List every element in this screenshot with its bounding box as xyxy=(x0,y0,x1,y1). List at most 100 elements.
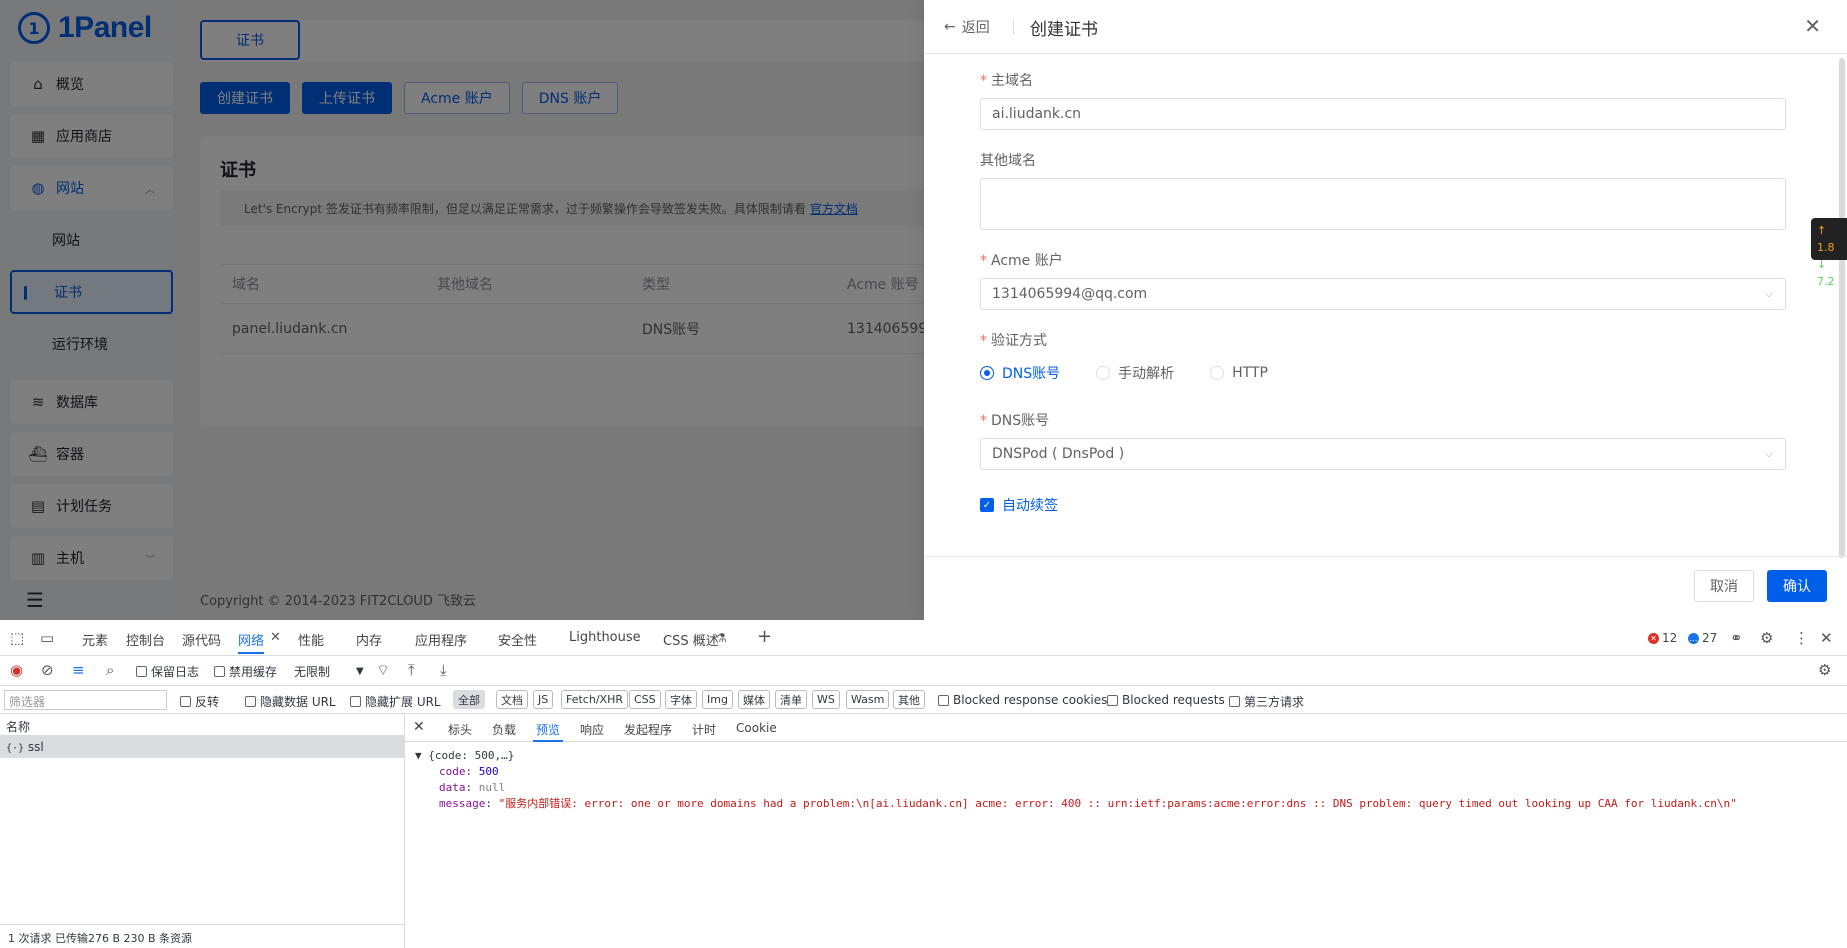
json-preview: ▼ {code: 500,…} code: 500 data: null mes… xyxy=(415,748,1737,812)
tab-console[interactable]: 控制台 xyxy=(126,630,165,649)
blocked-requests-checkbox[interactable]: Blocked requests xyxy=(1107,693,1225,707)
chip-other[interactable]: 其他 xyxy=(893,690,925,709)
checkbox-box xyxy=(938,694,949,706)
more-options-icon[interactable]: ⋮ xyxy=(1794,629,1809,647)
tab-initiator[interactable]: 发起程序 xyxy=(624,721,672,738)
close-icon[interactable]: ✕ xyxy=(1804,14,1821,38)
tab-memory[interactable]: 内存 xyxy=(356,630,382,649)
checkbox-label: Blocked requests xyxy=(1122,693,1225,707)
tab-elements[interactable]: 元素 xyxy=(82,630,108,649)
add-tab-icon[interactable]: + xyxy=(757,626,772,647)
radio-dns-account[interactable]: DNS账号 xyxy=(980,363,1060,383)
clear-icon[interactable]: ⊘ xyxy=(41,661,54,679)
search-icon[interactable]: ⌕ xyxy=(106,661,114,679)
error-icon: ✕ xyxy=(1648,632,1659,644)
other-domains-textarea[interactable] xyxy=(980,178,1786,230)
checkbox-label: 禁用缓存 xyxy=(229,665,278,679)
chevron-down-icon: ⌵ xyxy=(1764,447,1773,460)
third-party-checkbox[interactable]: 第三方请求 xyxy=(1229,693,1304,710)
chip-font[interactable]: 字体 xyxy=(665,690,697,709)
hide-data-url-checkbox[interactable]: 隐藏数据 URL xyxy=(245,693,336,710)
download-har-icon[interactable]: ⤓ xyxy=(440,661,447,679)
checkbox-label: 反转 xyxy=(195,695,220,709)
chip-media[interactable]: 媒体 xyxy=(738,690,770,709)
preserve-log-checkbox[interactable]: 保留日志 xyxy=(136,663,199,680)
confirm-button[interactable]: 确认 xyxy=(1767,570,1827,602)
record-stop-icon[interactable]: ◉ xyxy=(10,661,23,679)
json-root[interactable]: ▼ {code: 500,…} xyxy=(415,748,1737,764)
drawer-overlay[interactable] xyxy=(0,0,924,620)
checkbox-box xyxy=(180,696,191,707)
back-button[interactable]: ← 返回 xyxy=(944,17,990,37)
chip-wasm[interactable]: Wasm xyxy=(846,690,890,709)
settings-gear-icon[interactable]: ⚙ xyxy=(1760,629,1773,647)
tab-cookies[interactable]: Cookie xyxy=(736,721,777,735)
json-line-message: message: "服务内部错误: error: one or more dom… xyxy=(439,797,1737,810)
chip-js[interactable]: JS xyxy=(533,690,554,709)
network-conditions-icon[interactable]: ⌔ xyxy=(376,661,390,680)
tab-sources[interactable]: 源代码 xyxy=(182,630,221,649)
radio-http[interactable]: HTTP xyxy=(1210,365,1268,381)
upload-har-icon[interactable]: ⤒ xyxy=(408,661,415,679)
hide-extension-url-checkbox[interactable]: 隐藏扩展 URL xyxy=(350,693,441,710)
filter-icon[interactable]: ≡ xyxy=(72,661,85,679)
checkbox-box xyxy=(1107,694,1118,706)
inspect-element-icon[interactable]: ⬚ xyxy=(10,629,24,647)
filter-input[interactable]: 筛选器 xyxy=(4,690,167,710)
request-row[interactable]: {·} ssl xyxy=(0,736,405,758)
dns-account-select[interactable]: DNSPod ( DnsPod ) ⌵ xyxy=(980,438,1786,470)
radio-manual[interactable]: 手动解析 xyxy=(1096,363,1174,383)
chip-img[interactable]: Img xyxy=(702,690,733,709)
checkbox-label: 隐藏扩展 URL xyxy=(365,695,441,709)
disable-cache-checkbox[interactable]: 禁用缓存 xyxy=(214,663,277,680)
checkbox-box xyxy=(245,696,256,707)
chip-ws[interactable]: WS xyxy=(812,690,840,709)
request-name: ssl xyxy=(27,740,44,754)
close-details-icon[interactable]: ✕ xyxy=(413,719,425,735)
checkbox-box xyxy=(1229,696,1240,707)
chip-css[interactable]: CSS xyxy=(629,690,661,709)
tab-application[interactable]: 应用程序 xyxy=(415,630,467,649)
tab-preview[interactable]: 预览 xyxy=(532,721,564,742)
throttle-select[interactable]: 无限制 ▼ xyxy=(294,663,364,680)
close-devtools-icon[interactable]: ✕ xyxy=(1820,629,1833,647)
chip-fetch-xhr[interactable]: Fetch/XHR xyxy=(561,690,628,709)
tab-network[interactable]: 网络 xyxy=(238,630,265,654)
error-count-badge[interactable]: ✕ 12 xyxy=(1648,631,1677,645)
expand-triangle-icon: ▼ xyxy=(415,749,429,762)
cancel-button[interactable]: 取消 xyxy=(1694,570,1754,602)
tab-security[interactable]: 安全性 xyxy=(498,630,537,649)
tab-response[interactable]: 响应 xyxy=(580,721,604,738)
network-speed-widget[interactable]: ↑ 1.8 ↓ 7.2 xyxy=(1811,218,1847,288)
primary-domain-label: * 主域名 xyxy=(980,70,1033,90)
acme-account-value: 1314065994@qq.com xyxy=(992,286,1148,302)
primary-domain-input[interactable]: ai.liudank.cn xyxy=(980,98,1786,130)
chip-doc[interactable]: 文档 xyxy=(496,690,528,709)
auto-renew-checkbox[interactable]: ✓ 自动续签 xyxy=(980,495,1058,515)
tab-performance[interactable]: 性能 xyxy=(298,630,324,649)
chip-manifest[interactable]: 清单 xyxy=(775,690,807,709)
tab-payload[interactable]: 负载 xyxy=(492,721,516,738)
column-name[interactable]: 名称 xyxy=(0,714,405,736)
acme-account-label: * Acme 账户 xyxy=(980,250,1063,270)
drawer-scrollbar[interactable] xyxy=(1839,58,1845,558)
device-toolbar-icon[interactable]: ▭ xyxy=(40,629,54,647)
tab-headers[interactable]: 标头 xyxy=(448,721,472,738)
network-settings-icon[interactable]: ⚙ xyxy=(1818,661,1831,679)
tab-timing[interactable]: 计时 xyxy=(692,721,716,738)
tab-lighthouse[interactable]: Lighthouse xyxy=(569,630,641,645)
request-list: 名称 {·} ssl 1 次请求 已传输276 B 230 B 条资源 xyxy=(0,714,405,948)
json-line-code: code: 500 xyxy=(439,765,499,778)
checkbox-label: 保留日志 xyxy=(151,665,200,679)
radio-dot xyxy=(980,366,994,380)
label-text: 主域名 xyxy=(991,73,1033,89)
dns-account-label: * DNS账号 xyxy=(980,410,1049,430)
invert-checkbox[interactable]: 反转 xyxy=(180,693,219,710)
chip-all[interactable]: 全部 xyxy=(453,690,485,709)
customize-icon[interactable]: ⚭ xyxy=(1730,629,1743,647)
close-tab-icon[interactable]: ✕ xyxy=(270,630,281,645)
message-count-badge[interactable]: … 27 xyxy=(1688,631,1717,645)
blocked-cookies-checkbox[interactable]: Blocked response cookies xyxy=(938,693,1107,707)
tab-css-overview[interactable]: CSS 概述 xyxy=(663,630,719,649)
acme-account-select[interactable]: 1314065994@qq.com ⌵ xyxy=(980,278,1786,310)
